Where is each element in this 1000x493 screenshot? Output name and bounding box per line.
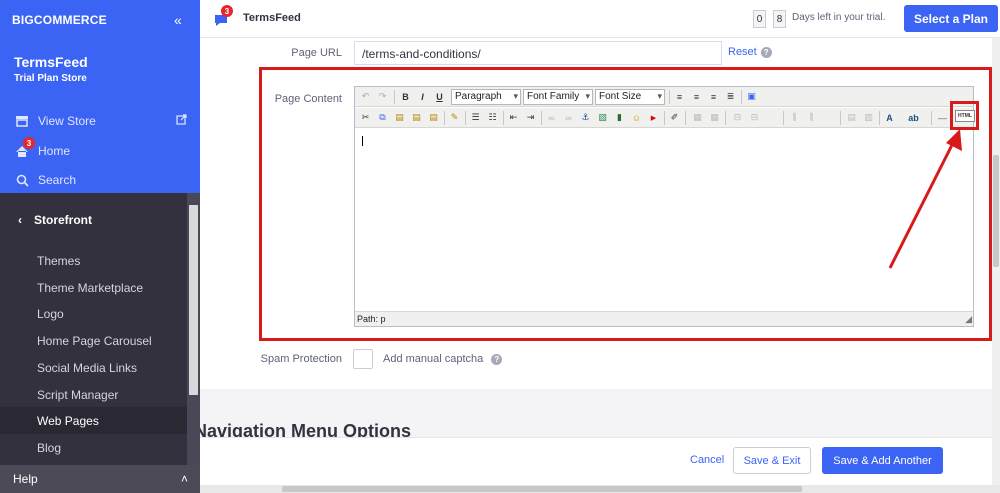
- sidebar-scrollbar-thumb[interactable]: [189, 205, 198, 395]
- page-url-label: Page URL: [291, 47, 342, 59]
- section-label: Storefront: [34, 213, 92, 227]
- top-bar: 3 TermsFeed 0 8 Days left in your trial.…: [200, 0, 1000, 38]
- brand-logo[interactable]: BIGCOMMERCE: [12, 13, 107, 27]
- cancel-button[interactable]: Cancel: [690, 454, 724, 466]
- notification-badge: 3: [221, 5, 233, 17]
- sidebar-item-themes[interactable]: Themes: [37, 254, 80, 268]
- sidebar: BIGCOMMERCE « TermsFeed Trial Plan Store…: [0, 0, 200, 493]
- store-title: TermsFeed: [243, 12, 301, 24]
- sidebar-item-blog[interactable]: Blog: [37, 441, 61, 455]
- horizontal-scrollbar-thumb[interactable]: [282, 486, 802, 492]
- search-icon: [14, 174, 30, 187]
- save-add-another-button[interactable]: Save & Add Another: [822, 447, 943, 474]
- sidebar-item-label: Home: [38, 144, 71, 158]
- collapse-sidebar-icon[interactable]: «: [174, 12, 182, 28]
- sidebar-item-social-media-links[interactable]: Social Media Links: [37, 361, 137, 375]
- page-url-input[interactable]: /terms-and-conditions/: [354, 41, 722, 65]
- reset-label: Reset: [728, 46, 757, 58]
- manual-captcha-checkbox[interactable]: [353, 349, 373, 369]
- navigation-menu-section-title: Navigation Menu Options: [200, 421, 412, 437]
- sidebar-item-home-page-carousel[interactable]: Home Page Carousel: [37, 334, 152, 348]
- trial-text: Days left in your trial.: [792, 12, 886, 23]
- sidebar-item-label: View Store: [38, 114, 96, 128]
- lower-section: Navigation Menu Options: [200, 389, 992, 437]
- select-plan-button[interactable]: Select a Plan: [904, 5, 998, 32]
- sidebar-section-storefront[interactable]: ‹ Storefront: [0, 200, 187, 240]
- store-name: TermsFeed: [14, 54, 88, 70]
- trial-days-digit: 0: [753, 10, 766, 28]
- captcha-label: Add manual captcha: [383, 353, 484, 365]
- sidebar-item-theme-marketplace[interactable]: Theme Marketplace: [37, 281, 143, 295]
- store-plan: Trial Plan Store: [14, 73, 87, 84]
- sidebar-help[interactable]: Help ˄: [0, 465, 200, 493]
- sidebar-item-view-store[interactable]: View Store: [14, 111, 96, 131]
- annotation-arrow-icon: [888, 129, 962, 269]
- storefront-icon: [14, 115, 30, 127]
- sidebar-header: BIGCOMMERCE « TermsFeed Trial Plan Store…: [0, 0, 200, 193]
- help-icon[interactable]: ?: [491, 353, 503, 365]
- sidebar-item-label: Search: [38, 173, 77, 187]
- external-link-icon[interactable]: [176, 114, 187, 128]
- trial-days-digit: 8: [773, 10, 786, 28]
- home-notification-badge: 3: [23, 137, 35, 149]
- reset-link[interactable]: Reset ?: [728, 46, 772, 58]
- save-exit-button[interactable]: Save & Exit: [733, 447, 811, 474]
- chevron-left-icon: ‹: [18, 213, 22, 227]
- sidebar-item-logo[interactable]: Logo: [37, 307, 64, 321]
- page-scrollbar-thumb[interactable]: [993, 155, 999, 267]
- help-label: Help: [13, 472, 38, 486]
- captcha-option: Add manual captcha ?: [383, 353, 503, 365]
- sidebar-item-web-pages[interactable]: Web Pages: [37, 414, 99, 428]
- sidebar-item-search[interactable]: Search: [14, 170, 76, 190]
- sidebar-item-script-manager[interactable]: Script Manager: [37, 388, 118, 402]
- help-icon[interactable]: ?: [760, 46, 772, 58]
- chevron-up-icon: ˄: [180, 472, 188, 486]
- spam-protection-label: Spam Protection: [260, 353, 342, 365]
